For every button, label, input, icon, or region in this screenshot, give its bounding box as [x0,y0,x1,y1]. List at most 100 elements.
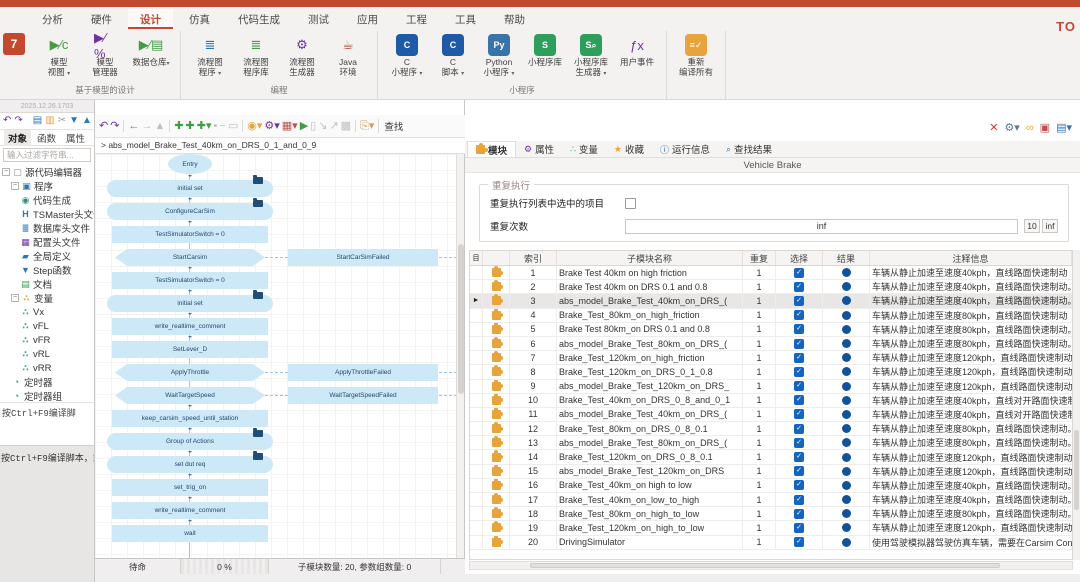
flow-node-lens[interactable]: WaitTargetSpeed [115,387,265,404]
row-select-checkbox[interactable]: ✓ [794,409,804,419]
flow-node-pill[interactable]: set dut req [107,456,273,473]
flow-node-pill[interactable]: initial set [107,295,273,312]
c-script-button[interactable]: CC脚本 ▾ [430,34,476,79]
pause-icon[interactable]: ▯ [310,121,316,132]
table-vertical-scrollbar[interactable] [1073,250,1080,560]
model-view-button[interactable]: ▶⁄c模型视图 ▾ [36,34,82,79]
tree-item-定时器[interactable]: ◔定时器 [0,375,94,389]
flow-node-rect[interactable]: write_realtime_comment [112,318,268,335]
row-select-checkbox[interactable]: ✓ [794,523,804,533]
flow-node-rect[interactable]: TestSimulatorSwitch = 0 [112,272,268,289]
panel-tab-收藏[interactable]: ★收藏 [606,141,652,157]
app-logo[interactable]: 7 [3,33,25,55]
flow-node-lens[interactable]: ApplyThrottle [115,364,265,381]
move-up-icon[interactable]: ▲ [82,116,92,126]
tree-item-Vx[interactable]: ∴Vx [0,305,94,319]
ribbon-tab-代码生成[interactable]: 代码生成 [226,9,292,29]
run-icon[interactable]: ▶ [300,121,308,132]
nav-back-icon[interactable]: ← [128,121,139,132]
table-row[interactable]: 6abs_model_Brake_Test_80km_on_DRS_(1✓车辆从… [470,337,1072,351]
flow-node-rect[interactable]: keep_carsim_speed_until_station [112,410,268,427]
flow-node-branch[interactable]: StartCarSimFailed [288,249,438,266]
ribbon-tab-测试[interactable]: 测试 [296,9,341,29]
row-select-checkbox[interactable]: ✓ [794,452,804,462]
close-icon[interactable]: ✕ [989,123,998,134]
flowchart-canvas[interactable]: Entryinitial setConfigureCarSimTestSimul… [95,154,457,558]
panel-tab-属性[interactable]: ⚙属性 [516,141,562,157]
flowchart-generator-button[interactable]: ⚙流程图生成器 [279,34,325,77]
table-row[interactable]: 16Brake_Test_40km_on high to low1✓车辆从静止加… [470,479,1072,493]
tree-item-Step函数[interactable]: ▼Step函数 [0,263,94,277]
target-menu-icon[interactable]: ◉▾ [247,121,262,132]
flow-node-rect[interactable]: wait [112,525,268,542]
flowchart-program-button[interactable]: ≣流程图程序 ▾ [187,34,233,79]
panel-tab-查找结果[interactable]: ⌕查找结果 [718,141,780,157]
add-node-icon[interactable]: ✚ [174,121,183,132]
repeat-count-input[interactable]: inf [625,219,1018,234]
flow-node-pill[interactable]: Group of Actions [107,433,273,450]
diag-up-icon[interactable]: ↗ [329,121,338,132]
table-row[interactable]: 10Brake_Test_40km_on_DRS_0_8_and_0_11✓车辆… [470,394,1072,408]
flow-node-branch[interactable]: WaitTargetSpeedFailed [288,387,438,404]
tree-expander-icon[interactable]: − [2,168,10,176]
java-env-button[interactable]: ☕Java环境 [325,34,371,77]
table-row[interactable]: 9abs_model_Brake_Test_120km_on_DRS_1✓车辆从… [470,380,1072,394]
user-event-button[interactable]: ƒx用户事件 [614,34,660,67]
ribbon-tab-应用[interactable]: 应用 [345,9,390,29]
table-row[interactable]: 4Brake_Test_80km_on_high_friction1✓车辆从静止… [470,309,1072,323]
fit-icon[interactable]: ▭ [228,121,238,132]
row-select-checkbox[interactable]: ✓ [794,495,804,505]
tree-item-程序[interactable]: −▣程序 [0,179,94,193]
undo-icon[interactable]: ↶ [99,121,108,132]
c-applet-button[interactable]: CC小程序 ▾ [384,34,430,79]
table-menu-icon[interactable]: ▦▾ [282,121,298,132]
script-menu-icon[interactable]: ⎘▾ [360,121,374,132]
flow-node-rect[interactable]: SetLever_D [112,341,268,358]
tree-item-全局定义[interactable]: ▰全局定义 [0,249,94,263]
row-select-checkbox[interactable]: ✓ [794,381,804,391]
tree-item-源代码编辑器[interactable]: −▢源代码编辑器 [0,165,94,179]
row-select-checkbox[interactable]: ✓ [794,324,804,334]
save-file-icon[interactable]: ▥ [45,116,54,126]
table-row[interactable]: 20DrivingSimulator1✓使用驾驶模拟器驾驶仿真车辆，需要在Car… [470,536,1072,550]
remove-node-icon[interactable]: ▪ [214,121,218,132]
nav-up-icon[interactable]: ▲ [154,121,165,132]
table-row[interactable]: 15abs_model_Brake_Test_120km_on_DRS1✓车辆从… [470,465,1072,479]
tree-item-数据库头文件[interactable]: ≣数据库头文件 [0,221,94,235]
table-row[interactable]: 13abs_model_Brake_Test_80km_on_DRS_(1✓车辆… [470,436,1072,450]
flowchart-vertical-scrollbar[interactable] [456,154,464,558]
ribbon-tab-硬件[interactable]: 硬件 [79,9,124,29]
ribbon-tab-工程[interactable]: 工程 [394,9,439,29]
table-row[interactable]: 5Brake Test 80km_on DRS 0.1 and 0.81✓车辆从… [470,323,1072,337]
ribbon-tab-分析[interactable]: 分析 [30,9,75,29]
row-select-checkbox[interactable]: ✓ [794,395,804,405]
python-applet-button[interactable]: PyPython小程序 ▾ [476,34,522,79]
table-row[interactable]: 14Brake_Test_120km_on_DRS_0_8_0.11✓车辆从静止… [470,450,1072,464]
gear-menu-icon[interactable]: ⚙▾ [264,121,279,132]
ribbon-tab-帮助[interactable]: 帮助 [492,9,537,29]
flow-node-rect[interactable]: write_realtime_comment [112,502,268,519]
redo-icon[interactable]: ↷ [110,121,119,132]
row-select-checkbox[interactable]: ✓ [794,282,804,292]
applet-library-button[interactable]: S小程序库 [522,34,568,67]
repeat-selected-checkbox[interactable] [625,198,636,209]
tree-item-代码生成[interactable]: ◉代码生成 [0,193,94,207]
flow-node-entry[interactable]: Entry [168,154,212,174]
flow-node-branch[interactable]: ApplyThrottleFailed [288,364,438,381]
table-row[interactable]: 8Brake_Test_120km_on_DRS_0_1_0.81✓车辆从静止加… [470,365,1072,379]
row-select-checkbox[interactable]: ✓ [794,509,804,519]
add-child-icon[interactable]: ✚ [186,121,195,132]
row-select-checkbox[interactable]: ✓ [794,367,804,377]
nav-forward-icon[interactable]: → [141,121,152,132]
grid-icon[interactable]: ▩ [341,121,351,132]
table-row[interactable]: 17Brake_Test_40km_on_low_to_high1✓车辆从静止加… [470,493,1072,507]
applet-library-generator-button[interactable]: S⌕小程序库生成器 ▾ [568,34,614,79]
row-select-checkbox[interactable]: ✓ [794,466,804,476]
tree-item-vFL[interactable]: ∴vFL [0,319,94,333]
flow-node-lens[interactable]: StartCarsim [115,249,265,266]
row-select-checkbox[interactable]: ✓ [794,424,804,434]
table-row[interactable]: ►3abs_model_Brake_Test_40km_on_DRS_(1✓车辆… [470,294,1072,308]
left-tab-对象[interactable]: 对象 [4,130,31,146]
flowchart-breadcrumb[interactable]: > abs_model_Brake_Test_40km_on_DRS_0_1_a… [95,138,465,154]
export-icon[interactable]: ▣ [1040,123,1050,134]
